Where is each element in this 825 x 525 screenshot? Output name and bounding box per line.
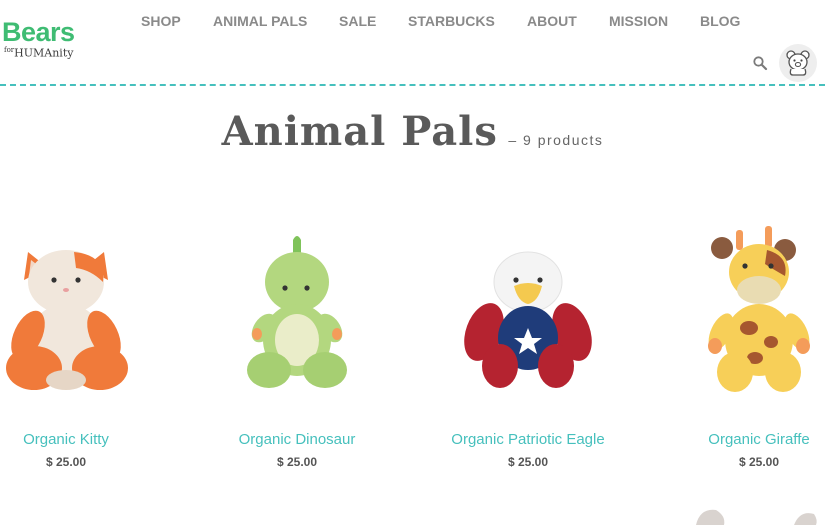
logo-for-text: for xyxy=(4,46,15,54)
product-name[interactable]: Organic Kitty xyxy=(0,431,166,448)
nav-item-shop[interactable]: SHOP xyxy=(141,12,181,30)
product-name[interactable]: Organic Patriotic Eagle xyxy=(428,431,628,448)
product-image[interactable] xyxy=(0,210,166,420)
product-card: Organic Dinosaur $ 25.00 xyxy=(197,210,397,480)
nav-item-sale[interactable]: SALE xyxy=(339,12,376,30)
product-price: $ 25.00 xyxy=(276,455,318,469)
search-icon[interactable] xyxy=(752,55,768,71)
nav-item-animal-pals[interactable]: ANIMAL PALS xyxy=(213,12,307,30)
product-name[interactable]: Organic Giraffe xyxy=(659,431,825,448)
product-card: Organic Kitty $ 25.00 xyxy=(0,210,166,480)
bear-face-icon xyxy=(786,50,810,76)
logo-humanity-text: HUMAnity xyxy=(14,46,74,60)
nav-item-about[interactable]: ABOUT xyxy=(527,12,577,30)
next-row-product-image[interactable] xyxy=(690,502,820,525)
account-avatar[interactable] xyxy=(779,44,817,82)
product-name[interactable]: Organic Dinosaur xyxy=(197,431,397,448)
product-image[interactable] xyxy=(659,210,825,420)
product-price: $ 25.00 xyxy=(507,455,549,469)
product-image[interactable] xyxy=(197,210,397,420)
nav-item-starbucks[interactable]: STARBUCKS xyxy=(408,12,495,30)
product-price: $ 25.00 xyxy=(45,455,87,469)
header-divider xyxy=(0,84,825,86)
product-card: Organic Giraffe $ 25.00 xyxy=(659,210,825,480)
nav-item-blog[interactable]: BLOG xyxy=(700,12,740,30)
product-card: Organic Patriotic Eagle $ 25.00 xyxy=(428,210,628,480)
product-image[interactable] xyxy=(428,210,628,420)
product-count: – 9 products xyxy=(508,132,604,148)
nav-item-mission[interactable]: MISSION xyxy=(609,12,668,30)
logo-tagline: forHUMAnity xyxy=(4,44,73,60)
product-price: $ 25.00 xyxy=(738,455,780,469)
collection-heading: Animal Pals – 9 products xyxy=(0,108,825,168)
main-navigation: SHOP ANIMAL PALS SALE STARBUCKS ABOUT MI… xyxy=(0,12,825,30)
page-title: Animal Pals xyxy=(221,108,498,155)
